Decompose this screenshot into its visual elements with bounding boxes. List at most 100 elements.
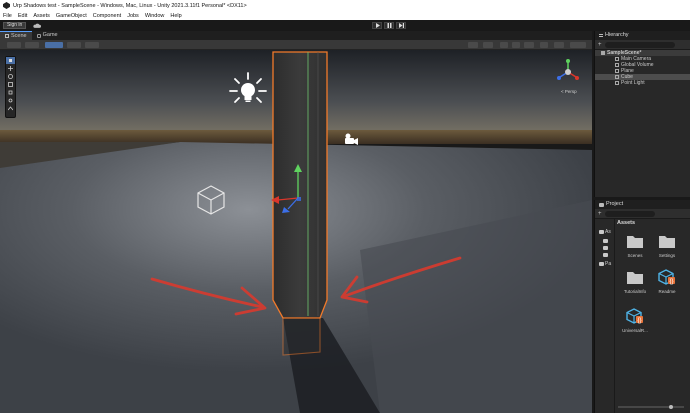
menu-gameobject[interactable]: GameObject xyxy=(56,13,87,19)
scene-tab-icon xyxy=(5,34,9,38)
hierarchy-search-input[interactable] xyxy=(604,41,675,48)
add-icon[interactable]: + xyxy=(598,42,602,48)
gameobject-icon xyxy=(615,57,619,61)
gameobject-icon xyxy=(615,63,619,67)
scale-tool[interactable] xyxy=(6,81,15,88)
view-tabs: Scene Game xyxy=(0,31,592,40)
sign-in-button[interactable]: Sign in xyxy=(3,22,27,29)
persp-label[interactable]: < Persp xyxy=(561,89,577,94)
move-icon xyxy=(8,66,13,71)
hand-tool[interactable] xyxy=(6,57,15,64)
project-breadcrumb[interactable]: Assets xyxy=(617,219,635,227)
hierarchy-icon xyxy=(599,34,603,37)
tab-project[interactable]: Project xyxy=(595,200,690,209)
hand-icon xyxy=(9,59,12,62)
tab-project-label: Project xyxy=(606,201,624,207)
hierarchy-panel: Hierarchy + SampleScene* Main Camera Glo… xyxy=(594,31,690,197)
icon-size-slider[interactable] xyxy=(616,405,686,409)
window-title: Urp Shadows test - SampleScene - Windows… xyxy=(13,2,247,9)
asset-label: TutorialInfo xyxy=(623,289,647,294)
scale-icon xyxy=(8,82,13,87)
audio-toggle[interactable] xyxy=(512,42,520,48)
unity-icon xyxy=(3,2,10,9)
tree-item-label: As xyxy=(605,229,611,235)
hierarchy-item-label: Point Light xyxy=(621,80,645,86)
project-folder-tree: As Pa xyxy=(595,219,615,413)
project-toolbar: + xyxy=(595,209,690,219)
cloud-icon[interactable] xyxy=(33,22,41,29)
project-icon xyxy=(599,202,604,207)
snap-dropdown[interactable] xyxy=(85,42,99,48)
tab-game[interactable]: Game xyxy=(32,31,63,40)
game-tab-icon xyxy=(36,33,41,38)
step-icon xyxy=(398,23,404,28)
play-controls xyxy=(372,22,406,29)
tab-scene[interactable]: Scene xyxy=(0,31,32,40)
pause-button[interactable] xyxy=(384,22,394,29)
scene-toolbar xyxy=(0,40,592,50)
scene-render[interactable]: < Persp xyxy=(0,50,592,413)
menu-component[interactable]: Component xyxy=(93,13,121,19)
folder-icon xyxy=(599,230,604,234)
menu-file[interactable]: File xyxy=(3,13,12,19)
project-search-input[interactable] xyxy=(604,210,655,217)
tree-item-assets[interactable]: As xyxy=(599,229,611,235)
asset-label: Scenes xyxy=(627,253,643,258)
hierarchy-toolbar: + xyxy=(595,40,690,50)
rect-icon xyxy=(8,90,13,95)
menu-assets[interactable]: Assets xyxy=(33,13,50,19)
tree-item-sub-2[interactable] xyxy=(603,246,608,250)
tree-item-sub-3[interactable] xyxy=(603,253,608,257)
play-button[interactable] xyxy=(372,22,382,29)
asset-universal-render-pipeline[interactable]: {} UniversalR... xyxy=(622,308,648,333)
hierarchy-item-point-light[interactable]: Point Light xyxy=(595,80,690,86)
menu-jobs[interactable]: Jobs xyxy=(127,13,139,19)
project-panel: Project + As Pa Assets Scenes Settings T… xyxy=(594,200,690,413)
folder-icon xyxy=(599,262,604,266)
tree-item-packages[interactable]: Pa xyxy=(599,261,611,267)
transform-icon xyxy=(8,98,13,103)
asset-scenes[interactable]: Scenes xyxy=(622,233,648,258)
main-toolbar: Sign in xyxy=(0,20,690,31)
step-button[interactable] xyxy=(396,22,406,29)
gizmos-dropdown[interactable] xyxy=(570,42,586,48)
asset-label: Readme xyxy=(658,289,676,294)
global-dropdown[interactable] xyxy=(45,42,63,48)
hidden-objects-toggle[interactable] xyxy=(540,42,548,48)
tree-item-sub-1[interactable] xyxy=(603,239,608,243)
rotate-tool[interactable] xyxy=(6,73,15,80)
pause-icon xyxy=(387,23,391,28)
svg-text:{}: {} xyxy=(637,318,641,324)
menu-help[interactable]: Help xyxy=(170,13,181,19)
rect-tool[interactable] xyxy=(6,89,15,96)
orientation-toggle[interactable] xyxy=(468,42,478,48)
transform-tool[interactable] xyxy=(6,97,15,104)
effects-dropdown[interactable] xyxy=(524,42,534,48)
folder-icon xyxy=(603,253,608,257)
add-icon[interactable]: + xyxy=(598,211,602,217)
camera-settings-button[interactable] xyxy=(554,42,564,48)
folder-icon xyxy=(603,246,608,250)
menu-edit[interactable]: Edit xyxy=(18,13,27,19)
script-asset-icon: {} xyxy=(626,308,643,324)
grid-dropdown[interactable] xyxy=(67,42,81,48)
svg-text:{}: {} xyxy=(669,279,673,285)
custom-tool[interactable] xyxy=(6,105,15,112)
scene-viewport[interactable]: < Persp xyxy=(0,50,592,413)
tab-hierarchy[interactable]: Hierarchy xyxy=(595,31,690,40)
folder-icon xyxy=(603,239,608,243)
2d-toggle[interactable] xyxy=(483,42,493,48)
asset-readme[interactable]: {} Readme xyxy=(654,269,680,294)
lighting-toggle[interactable] xyxy=(500,42,508,48)
menu-window[interactable]: Window xyxy=(145,13,165,19)
tab-game-label: Game xyxy=(42,32,58,38)
pivot-dropdown[interactable] xyxy=(25,42,39,48)
move-tool[interactable] xyxy=(6,65,15,72)
menu-bar: File Edit Assets GameObject Component Jo… xyxy=(0,11,690,20)
gameobject-icon xyxy=(615,69,619,73)
asset-label: UniversalR... xyxy=(622,328,648,333)
draw-mode-dropdown[interactable] xyxy=(7,42,21,48)
rotate-icon xyxy=(8,74,13,79)
asset-tutorialinfo[interactable]: TutorialInfo xyxy=(622,269,648,294)
asset-settings[interactable]: Settings xyxy=(654,233,680,258)
